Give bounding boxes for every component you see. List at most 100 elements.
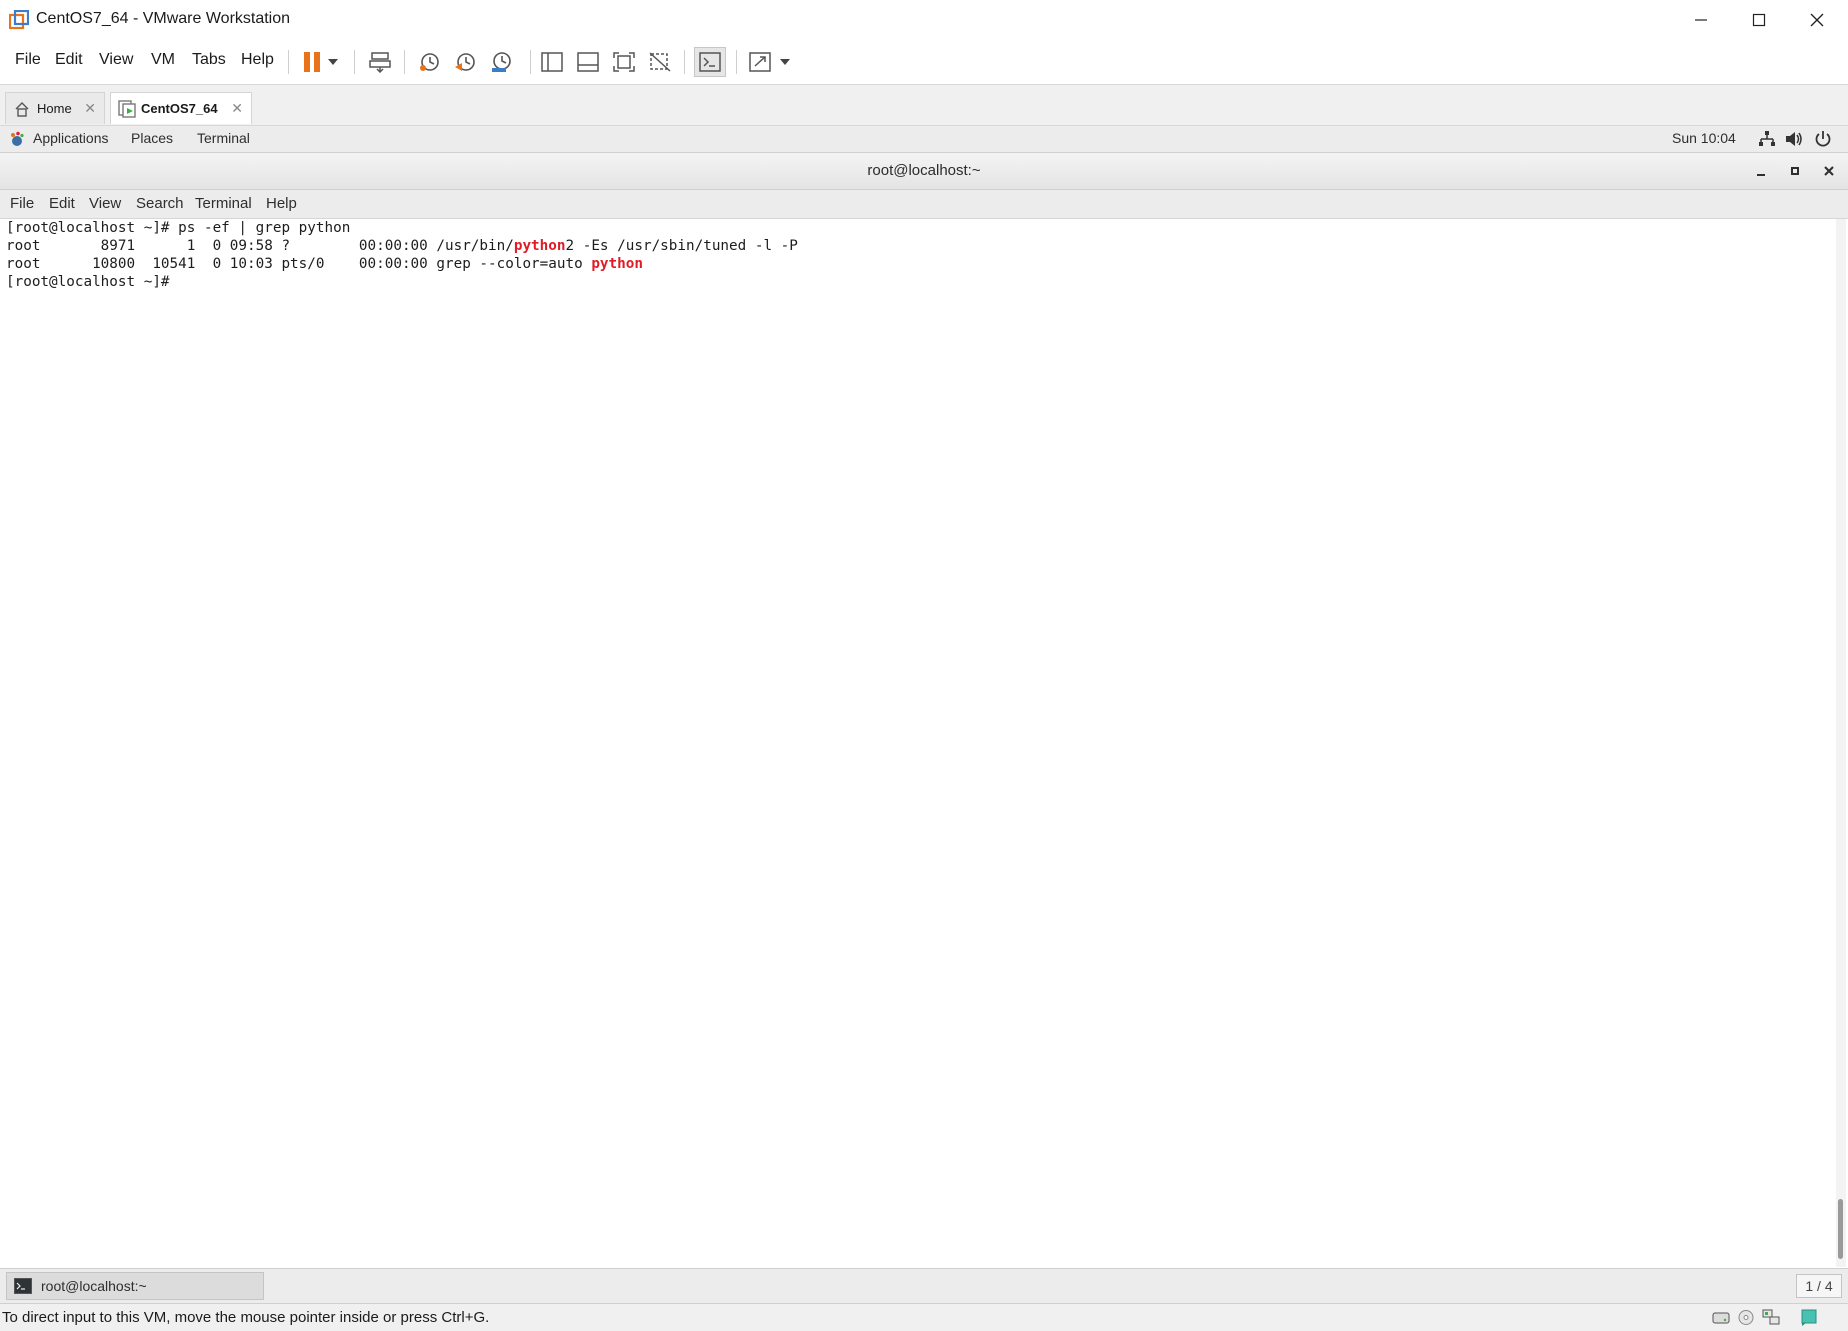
take-snapshot-button[interactable] <box>414 47 446 77</box>
terminal-output: [root@localhost ~]# ps -ef | grep python… <box>6 219 798 291</box>
close-button[interactable] <box>1788 0 1846 40</box>
dropdown-arrow-icon <box>328 59 338 65</box>
cd-dvd-icon[interactable] <box>1737 1309 1755 1326</box>
stretch-dropdown-button[interactable] <box>774 47 796 77</box>
message-icon[interactable] <box>1800 1309 1818 1326</box>
terminal-menubar: File Edit View Search Terminal Help <box>0 190 1848 219</box>
grep-match-highlight: python <box>513 238 566 254</box>
minimize-icon <box>1695 19 1707 21</box>
terminal-close-button[interactable] <box>1820 162 1838 180</box>
tab-vm-label: CentOS7_64 <box>141 101 218 116</box>
terminal-menu-edit[interactable]: Edit <box>49 195 75 212</box>
taskbar-window-button[interactable]: root@localhost:~ <box>6 1272 264 1300</box>
terminal-title: root@localhost:~ <box>867 162 981 179</box>
vmware-logo-icon <box>9 10 29 30</box>
tab-home[interactable]: Home ✕ <box>5 92 105 124</box>
revert-snapshot-icon <box>455 53 475 71</box>
workspace-switcher[interactable]: 1 / 4 <box>1796 1274 1842 1298</box>
menu-edit[interactable]: Edit <box>55 51 83 69</box>
library-icon <box>541 52 563 72</box>
vm-tab-strip: Home ✕ CentOS7_64 ✕ <box>0 85 1848 126</box>
tab-home-label: Home <box>37 101 72 116</box>
toolbar-separator <box>736 50 737 74</box>
terminal-menu-file[interactable]: File <box>10 195 34 212</box>
terminal-line: [root@localhost ~]# <box>6 274 178 290</box>
volume-icon[interactable] <box>1785 130 1803 148</box>
terminal-icon <box>14 1278 32 1294</box>
menu-tabs[interactable]: Tabs <box>192 51 226 69</box>
console-view-button[interactable] <box>694 47 726 77</box>
toolbar-separator <box>404 50 405 74</box>
terminal-output-area[interactable]: [root@localhost ~]# ps -ef | grep python… <box>2 219 1836 1267</box>
toolbar-separator <box>288 50 289 74</box>
show-thumbnails-button[interactable] <box>572 47 604 77</box>
taskbar-window-label: root@localhost:~ <box>41 1278 147 1294</box>
terminal-titlebar[interactable]: root@localhost:~ <box>0 153 1848 190</box>
dropdown-arrow-icon <box>780 59 790 65</box>
hard-disk-icon[interactable] <box>1712 1309 1730 1326</box>
tab-centos7-64[interactable]: CentOS7_64 ✕ <box>110 92 252 124</box>
unity-button[interactable] <box>644 47 676 77</box>
snapshot-manager-button[interactable] <box>486 47 518 77</box>
toolbar-separator <box>684 50 685 74</box>
terminal-menu-search[interactable]: Search <box>136 195 184 212</box>
terminal-text-segment: [root@localhost ~]# <box>6 274 179 290</box>
stretch-guest-button[interactable] <box>744 47 776 77</box>
send-keys-icon <box>369 52 391 73</box>
terminal-text-segment: 2 -Es /usr/sbin/tuned -l -P <box>565 238 798 254</box>
menu-help[interactable]: Help <box>241 51 274 69</box>
close-icon <box>1810 13 1824 27</box>
terminal-text-segment: root 8971 1 0 09:58 ? 00:00:00 /usr/bin/ <box>6 238 514 254</box>
vmware-statusbar: To direct input to this VM, move the mou… <box>0 1303 1848 1331</box>
gnome-menu-terminal[interactable]: Terminal <box>197 130 250 146</box>
gnome-top-panel: Applications Places Terminal Sun 10:04 <box>0 126 1848 153</box>
terminal-scrollbar[interactable] <box>1836 219 1846 1267</box>
status-message: To direct input to this VM, move the mou… <box>2 1309 490 1326</box>
network-icon[interactable] <box>1758 130 1776 148</box>
full-screen-button[interactable] <box>608 47 640 77</box>
terminal-menu-view[interactable]: View <box>89 195 121 212</box>
show-library-button[interactable] <box>536 47 568 77</box>
terminal-menu-terminal[interactable]: Terminal <box>195 195 252 212</box>
console-view-icon <box>699 52 721 72</box>
full-screen-icon <box>613 52 635 72</box>
terminal-maximize-button[interactable] <box>1786 162 1804 180</box>
menu-vm[interactable]: VM <box>151 51 175 69</box>
terminal-menu-help[interactable]: Help <box>266 195 297 212</box>
vmware-menubar: File Edit View VM Tabs Help <box>0 40 1848 85</box>
terminal-line: [root@localhost ~]# ps -ef | grep python <box>6 220 350 236</box>
window-title: CentOS7_64 - VMware Workstation <box>36 10 291 27</box>
gnome-menu-applications[interactable]: Applications <box>33 130 109 146</box>
home-icon <box>15 102 29 117</box>
tab-close-icon[interactable]: ✕ <box>84 100 96 117</box>
terminal-text-segment: root 10800 10541 0 10:03 pts/0 00:00:00 … <box>6 256 592 272</box>
minimize-icon <box>1757 174 1765 176</box>
minimize-button[interactable] <box>1672 0 1730 40</box>
panel-clock[interactable]: Sun 10:04 <box>1672 130 1736 146</box>
tab-close-icon[interactable]: ✕ <box>231 100 243 117</box>
maximize-button[interactable] <box>1730 0 1788 40</box>
terminal-line: root 8971 1 0 09:58 ? 00:00:00 /usr/bin/… <box>6 238 798 254</box>
snapshot-manager-icon <box>492 52 511 72</box>
pause-icon <box>304 52 320 72</box>
snapshot-icon <box>420 53 439 71</box>
app-titlebar[interactable]: CentOS7_64 - VMware Workstation <box>0 0 1848 41</box>
scrollbar-thumb[interactable] <box>1838 1199 1843 1259</box>
gnome-menu-places[interactable]: Places <box>131 130 173 146</box>
unity-icon <box>649 52 671 72</box>
power-icon[interactable] <box>1814 130 1832 148</box>
toolbar-separator <box>530 50 531 74</box>
gnome-foot-icon <box>11 131 24 146</box>
thumbnail-icon <box>577 52 599 72</box>
stretch-icon <box>749 52 771 72</box>
terminal-minimize-button[interactable] <box>1752 162 1770 180</box>
network-adapter-icon[interactable] <box>1762 1309 1780 1326</box>
vm-icon <box>118 100 136 118</box>
send-ctrl-alt-del-button[interactable] <box>364 47 396 77</box>
toolbar-separator <box>354 50 355 74</box>
power-dropdown-button[interactable] <box>322 47 344 77</box>
menu-view[interactable]: View <box>99 51 133 69</box>
revert-snapshot-button[interactable] <box>450 47 482 77</box>
menu-file[interactable]: File <box>15 51 41 69</box>
grep-match-highlight: python <box>591 256 643 272</box>
